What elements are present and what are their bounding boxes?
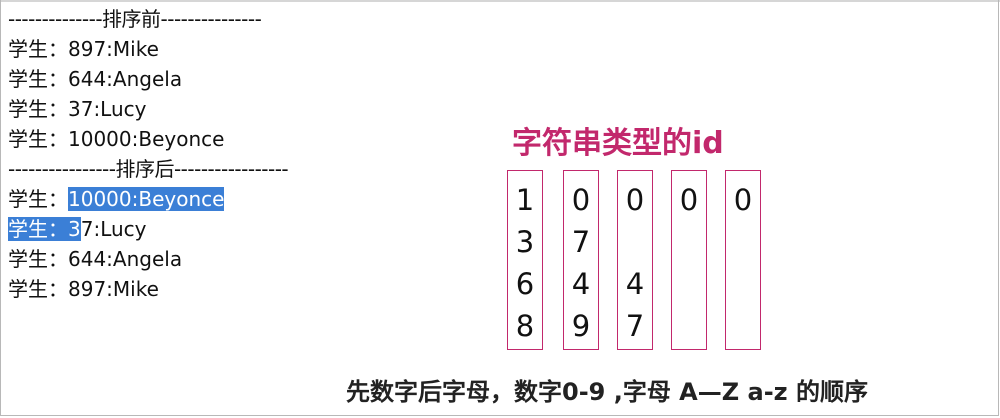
selected-text: 10000:Beyonce [68, 187, 225, 211]
after-sort-header: ----------------排序后----------------- [8, 157, 289, 181]
output-prefix: 学生： [8, 187, 68, 211]
output-value: 7:Lucy [80, 217, 147, 241]
output-line-selected: 学生：37:Lucy [8, 214, 438, 244]
output-prefix: 学生： [8, 277, 68, 301]
sort-order-note: 先数字后字母，数字0-9 ,字母 A—Z a-z 的顺序 [346, 378, 868, 406]
output-line-selected: 学生：10000:Beyonce [8, 184, 438, 214]
digit-column: 0 [671, 170, 707, 350]
output-line: 学生：10000:Beyonce [8, 127, 225, 151]
selected-text: 学生：3 [8, 217, 81, 241]
digit: 0 [625, 183, 645, 217]
digit-column: 0 7 4 9 [563, 170, 599, 350]
digit: 0 [733, 183, 753, 217]
diagram-title: 字符串类型的id [512, 126, 724, 161]
digit: 7 [625, 309, 645, 343]
digit-column: 0 [725, 170, 761, 350]
output-value: 897:Mike [68, 277, 159, 301]
digit-column: 1 3 6 8 [507, 170, 543, 350]
output-line: 学生：897:Mike [8, 274, 438, 304]
digit: 0 [679, 183, 699, 217]
output-line: 学生：897:Mike [8, 37, 159, 61]
digit: 8 [515, 309, 535, 343]
digit: 9 [571, 309, 591, 343]
output-value: 644:Angela [68, 247, 183, 271]
output-line: 学生：644:Angela [8, 67, 183, 91]
output-line: 学生：37:Lucy [8, 97, 147, 121]
before-sort-header: --------------排序前--------------- [8, 7, 262, 31]
output-line: 学生：644:Angela [8, 244, 438, 274]
digit-column: 0 4 7 [617, 170, 653, 350]
output-prefix: 学生： [8, 247, 68, 271]
console-output[interactable]: --------------排序前--------------- 学生：897:… [8, 4, 438, 304]
